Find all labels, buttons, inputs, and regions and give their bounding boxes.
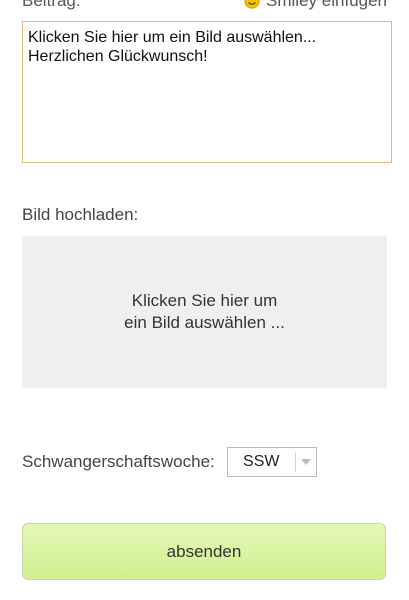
image-upload-label: Bild hochladen:: [22, 205, 139, 224]
message-textarea[interactable]: Klicken Sie hier um ein Bild auswählen..…: [23, 22, 391, 162]
message-textarea-frame: Klicken Sie hier um ein Bild auswählen..…: [22, 21, 392, 163]
image-upload-area[interactable]: Klicken Sie hier um ein Bild auswählen .…: [22, 236, 387, 388]
smiley-link-label: Smiley einfügen: [266, 0, 387, 10]
pregnancy-week-select[interactable]: SSW: [226, 447, 317, 477]
top-row: Beitrag: Smiley einfügen: [22, 0, 387, 11]
pregnancy-week-value: SSW: [243, 453, 280, 470]
submit-button[interactable]: absenden: [22, 523, 386, 580]
chevron-down-icon: [296, 458, 316, 466]
smiley-icon: [244, 0, 260, 9]
upload-instructions: Klicken Sie hier um ein Bild auswählen .…: [124, 290, 285, 334]
beitrag-label: Beitrag:: [22, 0, 81, 10]
upload-text-line-1: Klicken Sie hier um: [131, 291, 278, 310]
pregnancy-week-row: Schwangerschaftswoche: SSW: [22, 446, 387, 478]
upload-text-line-2: ein Bild auswählen ...: [124, 313, 285, 332]
insert-smiley-link[interactable]: Smiley einfügen: [244, 0, 387, 11]
pregnancy-week-label: Schwangerschaftswoche:: [22, 452, 215, 471]
